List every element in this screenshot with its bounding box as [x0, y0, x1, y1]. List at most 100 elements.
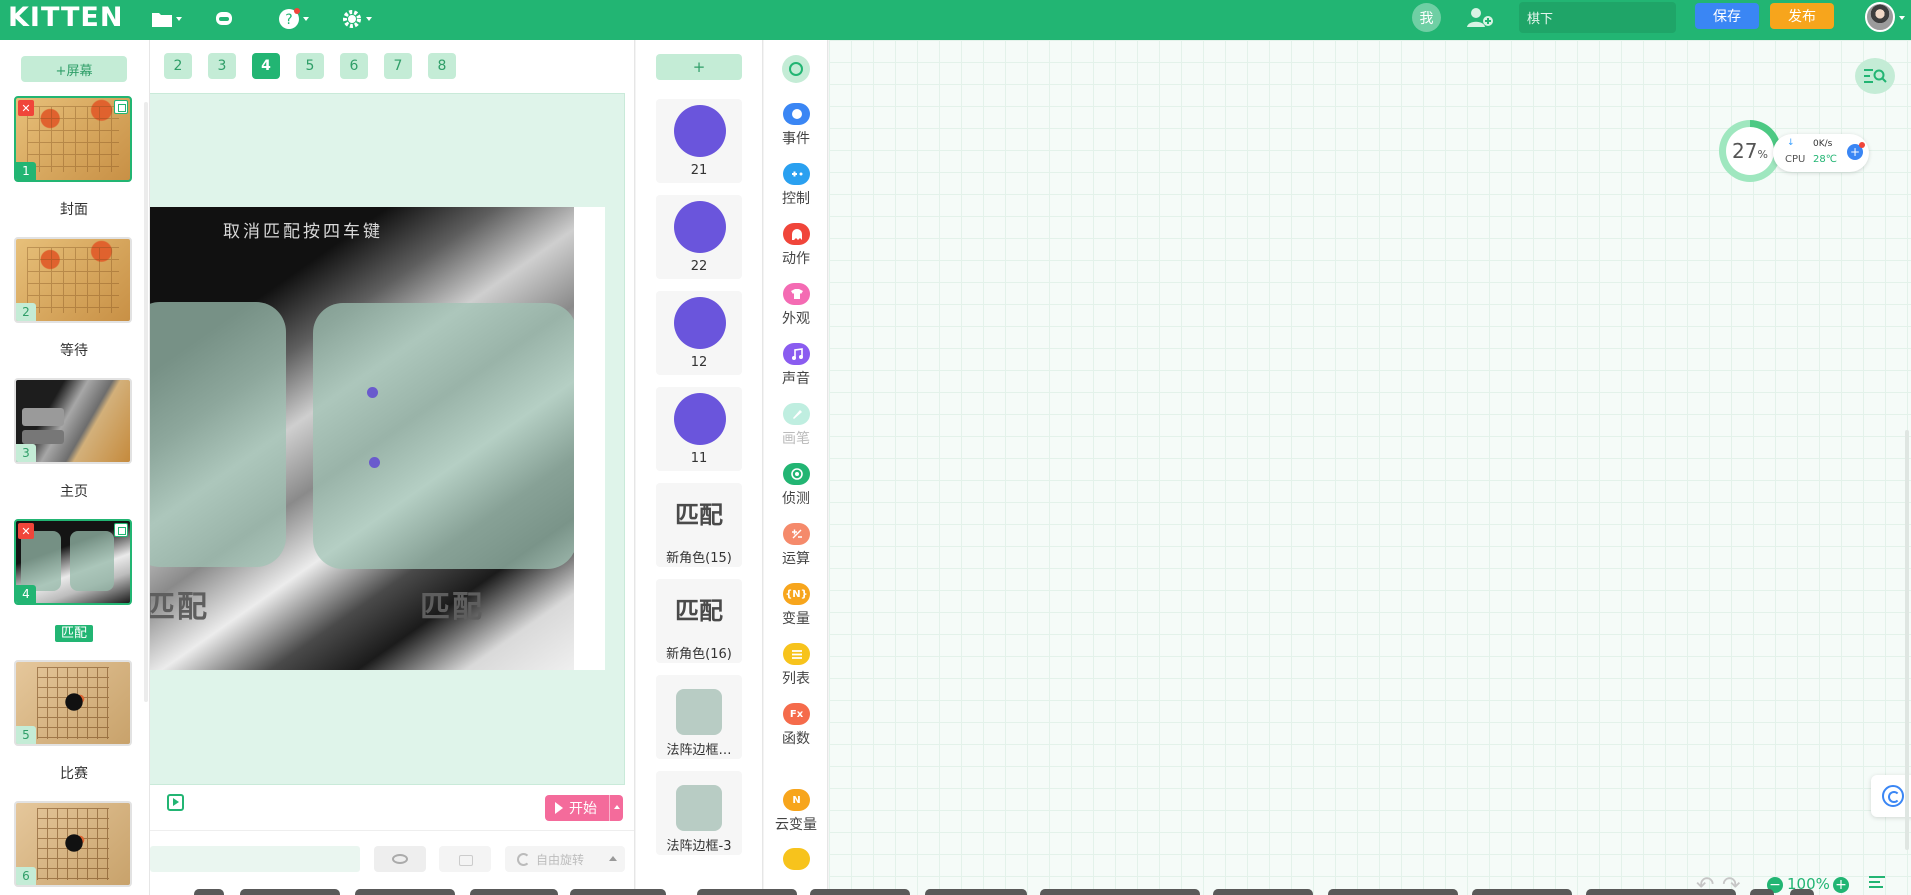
category-label: 外观 [782, 311, 810, 327]
sprite-item[interactable]: 11 [656, 387, 742, 471]
screen-thumb-4[interactable]: ✕ 4 [14, 519, 132, 605]
lock-toggle[interactable] [439, 846, 491, 872]
match-card-left[interactable] [150, 302, 286, 567]
copy-screen-icon[interactable] [114, 100, 128, 114]
bottom-tab[interactable] [925, 889, 1027, 895]
bottom-tab[interactable] [470, 889, 558, 895]
bottom-tab[interactable] [194, 889, 224, 895]
page-tab-active[interactable]: 4 [252, 53, 280, 79]
sprite-dot[interactable] [367, 387, 378, 398]
cloud-variable-icon: N [783, 789, 810, 811]
category-operators[interactable]: 运算 [764, 523, 827, 579]
screen-number: 1 [16, 162, 36, 180]
bottom-tab[interactable] [1790, 889, 1814, 895]
visibility-toggle[interactable] [374, 846, 426, 872]
match-card-right[interactable] [313, 303, 574, 569]
screen-thumb-2[interactable]: 2 [14, 237, 132, 323]
category-cloud-variables[interactable]: N 云变量 [764, 789, 827, 845]
sprite-item[interactable]: 匹配 新角色(15) [656, 483, 742, 567]
page-tab[interactable]: 7 [384, 53, 412, 79]
bottom-tab[interactable] [240, 889, 340, 895]
category-motion[interactable]: 动作 [764, 223, 827, 279]
sprite-item[interactable]: 21 [656, 99, 742, 183]
screen-thumb-6[interactable]: 6 [14, 801, 132, 887]
add-sprite-button[interactable]: + [656, 54, 742, 80]
performance-monitor[interactable]: 27% ↓ 0K/s CPU 28℃ + [1719, 120, 1869, 184]
category-sensing[interactable]: 侦测 [764, 463, 827, 519]
category-label: 列表 [782, 671, 810, 687]
start-options-caret[interactable] [609, 795, 623, 821]
bottom-tab[interactable] [697, 889, 797, 895]
gear-icon [343, 10, 361, 28]
category-pen[interactable]: 画笔 [764, 403, 827, 459]
settings-menu-button[interactable] [341, 4, 372, 34]
screen-number: 4 [16, 585, 36, 603]
gamepad-icon [783, 163, 810, 185]
stage-backdrop-image[interactable]: 取消匹配按四车键 匹配 匹配 [150, 207, 574, 670]
bottom-tab[interactable] [1750, 889, 1774, 895]
screen-list-scrollbar[interactable] [144, 102, 148, 702]
screen-thumb-5[interactable]: 5 [14, 660, 132, 746]
sprite-item[interactable]: 法阵边框-3 [656, 771, 742, 855]
category-more[interactable] [764, 848, 827, 895]
sprite-name: 21 [690, 163, 708, 178]
add-screen-button[interactable]: +屏幕 [21, 56, 127, 82]
category-functions[interactable]: Fx 函数 [764, 703, 827, 759]
file-menu-button[interactable] [151, 4, 182, 34]
delete-screen-icon[interactable]: ✕ [18, 100, 34, 116]
page-tab[interactable]: 6 [340, 53, 368, 79]
bottom-tab[interactable] [1472, 889, 1572, 895]
user-avatar[interactable] [1865, 2, 1895, 32]
sprite-item[interactable]: 22 [656, 195, 742, 279]
bottom-tab[interactable] [355, 889, 455, 895]
small-stage-icon[interactable] [167, 794, 184, 811]
screen-label: 匹配 [54, 625, 93, 642]
search-icon[interactable] [782, 55, 810, 83]
screen-thumb-1[interactable]: ✕ 1 [14, 96, 132, 182]
shirt-icon [783, 283, 810, 305]
publish-button[interactable]: 发布 [1770, 3, 1834, 29]
delete-screen-icon[interactable]: ✕ [18, 523, 34, 539]
category-variables[interactable]: {N} 变量 [764, 583, 827, 639]
kitten-helper-button[interactable] [213, 4, 235, 34]
category-lists[interactable]: 列表 [764, 643, 827, 699]
chevron-down-icon[interactable] [1899, 16, 1905, 20]
refresh-icon [1882, 785, 1904, 807]
sprite-item[interactable]: 匹配 新角色(16) [656, 579, 742, 663]
start-button[interactable]: 开始 [545, 795, 623, 821]
app-logo[interactable]: KITTEN [8, 2, 123, 33]
sprite-dot[interactable] [369, 457, 380, 468]
sprite-item[interactable]: 法阵边框… [656, 675, 742, 759]
category-sound[interactable]: 声音 [764, 343, 827, 399]
screen-thumb-3[interactable]: 3 [14, 378, 132, 464]
bottom-tab[interactable] [570, 889, 666, 895]
project-name-input[interactable]: 棋下 [1519, 2, 1676, 33]
boost-icon[interactable]: + [1847, 142, 1865, 160]
bottom-tab[interactable] [1213, 889, 1313, 895]
category-events[interactable]: 事件 [764, 103, 827, 159]
sprite-item[interactable]: 12 [656, 291, 742, 375]
search-blocks-button[interactable] [1855, 58, 1895, 94]
save-button[interactable]: 保存 [1695, 3, 1759, 29]
code-workspace[interactable]: 27% ↓ 0K/s CPU 28℃ + ↶ ↷ − 100% + [829, 40, 1911, 895]
category-looks[interactable]: 外观 [764, 283, 827, 339]
workspace-scrollbar[interactable] [1905, 430, 1909, 850]
page-tab[interactable]: 3 [208, 53, 236, 79]
page-tab[interactable]: 5 [296, 53, 324, 79]
sprite-name-input[interactable] [150, 846, 360, 872]
me-badge[interactable]: 我 [1412, 3, 1441, 32]
page-tab[interactable]: 8 [428, 53, 456, 79]
bottom-tab[interactable] [810, 889, 910, 895]
bottom-tab[interactable] [1586, 889, 1736, 895]
category-label: 云变量 [775, 817, 817, 833]
add-collaborator-button[interactable] [1466, 5, 1494, 33]
copy-screen-icon[interactable] [114, 523, 128, 537]
screen-list-panel: +屏幕 ✕ 1 封面 2 等待 3 主页 ✕ 4 匹配 5 比赛 6 [0, 40, 150, 895]
bottom-tab[interactable] [1040, 889, 1200, 895]
page-tab[interactable]: 2 [164, 53, 192, 79]
category-control[interactable]: 控制 [764, 163, 827, 219]
rotation-mode-select[interactable]: 自由旋转 [505, 846, 625, 872]
cpu-temperature: 28℃ [1813, 154, 1837, 165]
bottom-tab[interactable] [1328, 889, 1458, 895]
help-menu-button[interactable]: ? [278, 4, 309, 34]
